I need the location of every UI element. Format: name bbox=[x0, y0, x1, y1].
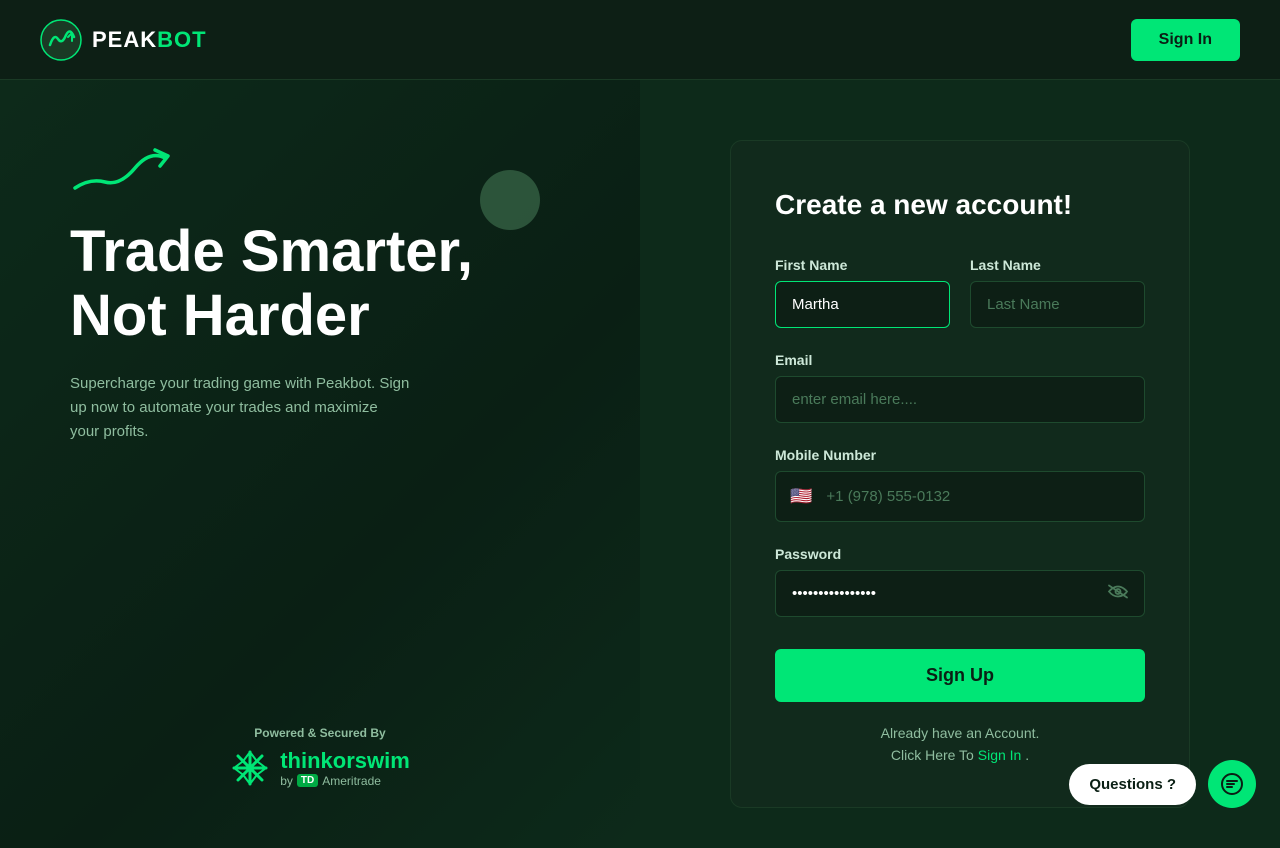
chat-icon-button[interactable] bbox=[1208, 760, 1256, 808]
password-wrapper bbox=[775, 570, 1145, 617]
thinkorswim-name: thinkorswim bbox=[280, 748, 410, 774]
first-name-label: First Name bbox=[775, 257, 950, 273]
form-title: Create a new account! bbox=[775, 189, 1145, 221]
last-name-label: Last Name bbox=[970, 257, 1145, 273]
email-group: Email bbox=[775, 352, 1145, 423]
phone-input-wrapper: 🇺🇸 bbox=[775, 471, 1145, 522]
last-name-group: Last Name bbox=[970, 257, 1145, 328]
powered-by-section: Powered & Secured By bbox=[70, 726, 570, 788]
phone-flag-icon: 🇺🇸 bbox=[776, 472, 822, 521]
questions-button[interactable]: Questions ? bbox=[1069, 764, 1196, 805]
password-toggle-icon[interactable] bbox=[1107, 583, 1129, 604]
password-input[interactable] bbox=[775, 570, 1145, 617]
signup-form-card: Create a new account! First Name Last Na… bbox=[730, 140, 1190, 808]
email-label: Email bbox=[775, 352, 1145, 368]
right-panel: Create a new account! First Name Last Na… bbox=[640, 80, 1280, 848]
email-input[interactable] bbox=[775, 376, 1145, 423]
click-here-text: Click Here To bbox=[891, 747, 974, 763]
thinkorswim-text: thinkorswim by TD Ameritrade bbox=[280, 748, 410, 788]
navbar: PEAKBOT Sign In bbox=[0, 0, 1280, 80]
thinkorswim-byline: by TD Ameritrade bbox=[280, 774, 410, 788]
period-text: . bbox=[1025, 747, 1029, 763]
signin-cta-link[interactable]: Sign In bbox=[978, 747, 1022, 763]
logo-text: PEAKBOT bbox=[92, 27, 207, 53]
powered-label: Powered & Secured By bbox=[254, 726, 385, 740]
main-layout: Trade Smarter, Not Harder Supercharge yo… bbox=[0, 80, 1280, 848]
password-group: Password bbox=[775, 546, 1145, 617]
already-account-text: Already have an Account. bbox=[881, 725, 1040, 741]
hero-title: Trade Smarter, Not Harder bbox=[70, 220, 570, 348]
left-panel: Trade Smarter, Not Harder Supercharge yo… bbox=[0, 80, 640, 848]
hero-subtitle: Supercharge your trading game with Peakb… bbox=[70, 372, 410, 444]
mobile-label: Mobile Number bbox=[775, 447, 1145, 463]
logo: PEAKBOT bbox=[40, 19, 207, 61]
decorative-circle bbox=[480, 170, 540, 230]
signup-button[interactable]: Sign Up bbox=[775, 649, 1145, 702]
first-name-group: First Name bbox=[775, 257, 950, 328]
chat-icon bbox=[1220, 772, 1244, 796]
peakbot-logo-icon bbox=[40, 19, 82, 61]
first-name-input[interactable] bbox=[775, 281, 950, 328]
last-name-input[interactable] bbox=[970, 281, 1145, 328]
name-row: First Name Last Name bbox=[775, 257, 1145, 328]
navbar-signin-button[interactable]: Sign In bbox=[1131, 19, 1240, 61]
thinkorswim-logo: thinkorswim by TD Ameritrade bbox=[230, 748, 410, 788]
bottom-bar: Questions ? bbox=[1069, 760, 1256, 808]
phone-input[interactable] bbox=[822, 474, 1144, 519]
chart-icon bbox=[70, 140, 190, 200]
mobile-group: Mobile Number 🇺🇸 bbox=[775, 447, 1145, 522]
password-label: Password bbox=[775, 546, 1145, 562]
thinkorswim-star-icon bbox=[230, 748, 270, 788]
td-badge: TD bbox=[297, 774, 318, 787]
